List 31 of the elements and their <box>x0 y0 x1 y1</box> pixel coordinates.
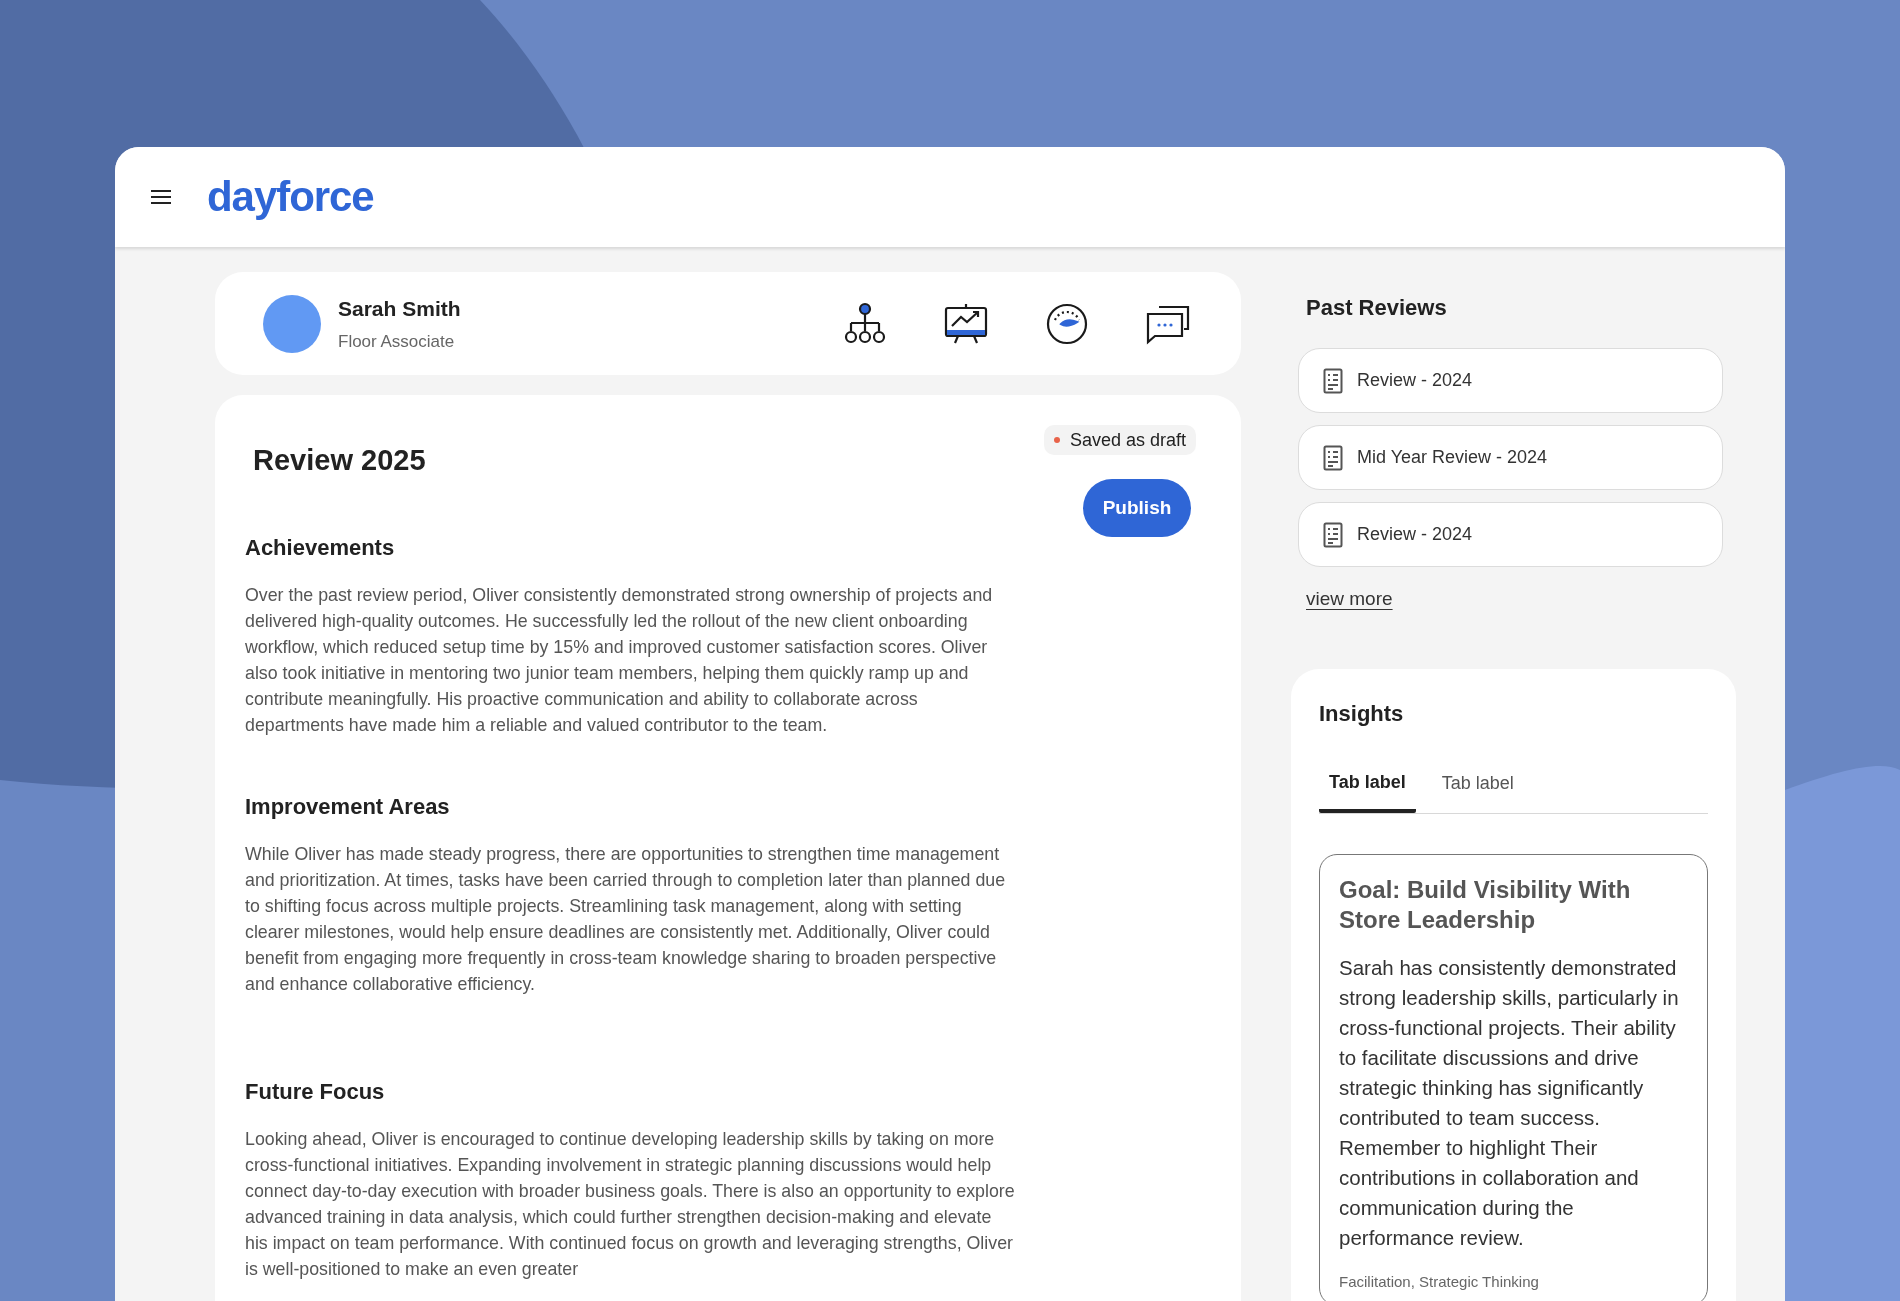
past-reviews-title: Past Reviews <box>1306 294 1448 322</box>
section-heading: Improvement Areas <box>245 793 451 821</box>
past-review-item[interactable]: Mid Year Review - 2024 <box>1298 425 1723 490</box>
avatar <box>263 294 321 353</box>
logo: dayforce <box>207 176 374 218</box>
menu-button[interactable] <box>151 190 171 204</box>
publish-button[interactable]: Publish <box>1083 479 1191 537</box>
goal-tags: Facilitation, Strategic Thinking <box>1339 1270 1688 1293</box>
insights-tab[interactable]: Tab label <box>1431 767 1524 813</box>
past-review-item[interactable]: Review - 2024 <box>1298 348 1723 413</box>
section-text: While Oliver has made steady progress, there are opportunities to strengthen time management and prioritization. At times, tasks have been carried through to completion later than planned due to shifting focus across multiple projects. Streamlining task management, along with setting clearer milestones, would help ensure deadlines are consistently met. Additionally, Oliver could benefit from engaging more frequently in cross-team knowledge sharing to broaden perspective and enhance collaborative efficiency. <box>245 843 1007 996</box>
review-title: Review 2025 <box>253 443 426 478</box>
goal-title: Goal: Build Visibility With Store Leadership <box>1339 874 1632 935</box>
status-text: Saved as draft <box>1069 428 1186 452</box>
document-icon <box>1323 367 1343 394</box>
org-chart-icon[interactable] <box>843 301 887 346</box>
document-icon <box>1323 444 1343 471</box>
presentation-chart-icon[interactable] <box>943 301 989 346</box>
goal-text: Sarah has consistently demonstrated strong leadership skills, particularly in cross-functional projects. Their ability to facilitate discussions and drive strategic thinking has significantly contributed to team success. Remember to highlight Their contributions in collaboration and communication during the performance review. <box>1339 954 1680 1251</box>
past-review-item[interactable]: Review - 2024 <box>1298 502 1723 567</box>
section-text: Looking ahead, Oliver is encouraged to continue developing leadership skills by taking on more cross-functional initiatives. Expanding involvement in strategic planning discussions would help connect day-to-day execution with broader business goals. There is also an opportunity to explore advanced training in data analysis, which could further strengthen decision-making and elevate his impact on team performance. With continued focus on growth and leveraging strengths, Oliver is well-positioned to make an even greater <box>245 1128 1015 1281</box>
document-icon <box>1323 521 1343 548</box>
employee-name: Sarah Smith <box>338 296 461 322</box>
section-text: Over the past review period, Oliver consistently demonstrated strong ownership of projects and delivered high-quality outcomes. He successfully led the rollout of the new client onboarding workflow, which reduced setup time by 15% and improved customer satisfaction scores. Oliver also took initiative in mentoring two junior team members, helping them quickly ramp up and contribute meaningfully. His proactive communication and ability to collaborate across departments have made him a reliable and valued contributor to the team. <box>245 584 994 737</box>
section-heading: Future Focus <box>245 1078 386 1106</box>
employee-role: Floor Associate <box>338 330 456 353</box>
view-more-link[interactable]: view more <box>1306 585 1393 614</box>
gauge-icon[interactable] <box>1045 301 1089 346</box>
section-heading: Achievements <box>245 534 396 562</box>
insights-tab[interactable]: Tab label <box>1319 767 1416 813</box>
insights-title: Insights <box>1319 699 1405 728</box>
